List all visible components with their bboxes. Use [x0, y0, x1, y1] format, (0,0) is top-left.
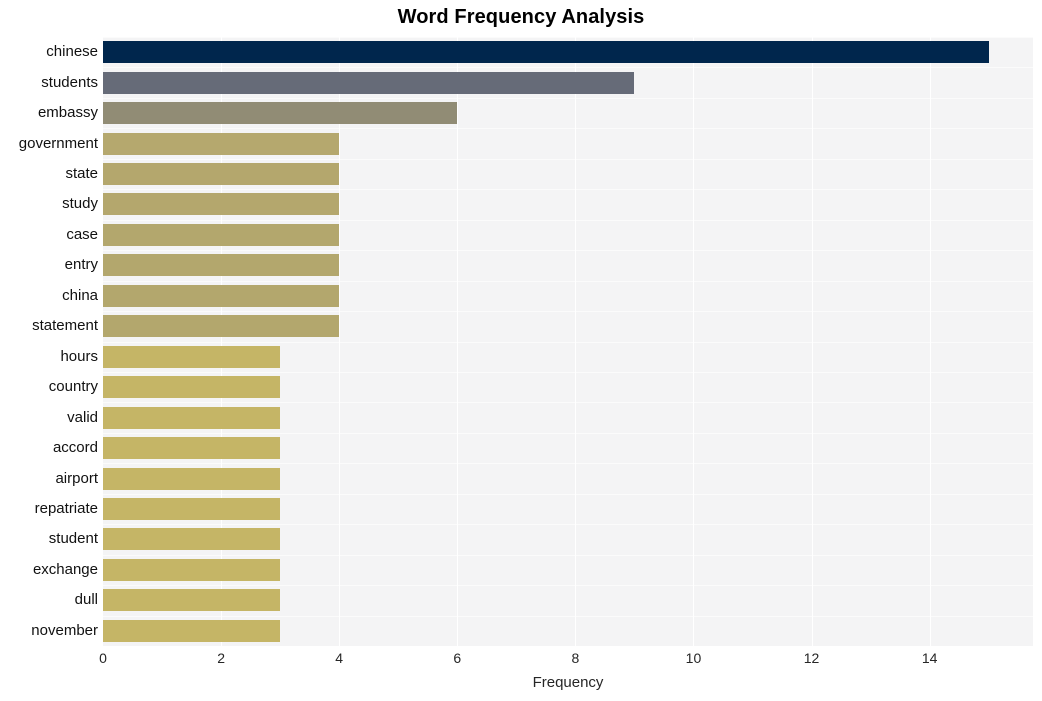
y-tick-label: statement	[32, 317, 98, 335]
x-tick-label: 10	[685, 650, 702, 666]
y-tick-label: students	[41, 73, 98, 91]
y-tick-label: study	[62, 195, 98, 213]
chart-figure: Word Frequency Analysis chinese students e…	[0, 0, 1042, 701]
y-tick-label: student	[48, 530, 98, 548]
y-tick-label: government	[18, 134, 98, 152]
y-tick-label: accord	[52, 439, 98, 457]
x-tick-label: 4	[335, 650, 344, 666]
y-tick-label: country	[48, 378, 98, 396]
x-axis-title: Frequency	[532, 674, 604, 691]
x-axis-tick-labels: 0 2 4 6 8 10 12 14	[0, 650, 1042, 672]
page-title: Word Frequency Analysis	[397, 6, 645, 28]
y-tick-label: dull	[74, 591, 98, 609]
y-tick-label: china	[62, 286, 98, 304]
x-tick-label: 14	[921, 650, 938, 666]
y-tick-label: hours	[60, 347, 98, 365]
y-tick-label: repatriate	[34, 499, 98, 517]
y-tick-label: valid	[67, 408, 98, 426]
x-tick-label: 6	[453, 650, 462, 666]
x-tick-label: 12	[803, 650, 820, 666]
y-tick-label: november	[31, 621, 98, 639]
x-tick-label: 2	[217, 650, 225, 666]
y-tick-label: embassy	[37, 104, 98, 122]
y-tick-label: airport	[55, 469, 98, 487]
x-tick-label: 0	[99, 650, 107, 666]
y-tick-label: state	[65, 165, 98, 183]
y-tick-label: chinese	[46, 43, 98, 61]
y-tick-label: case	[66, 225, 98, 243]
y-axis-tick-labels: chinese students embassy government state stu…	[0, 37, 1042, 646]
x-tick-label: 8	[571, 650, 580, 666]
y-tick-label: entry	[64, 256, 98, 274]
y-tick-label: exchange	[32, 560, 98, 578]
